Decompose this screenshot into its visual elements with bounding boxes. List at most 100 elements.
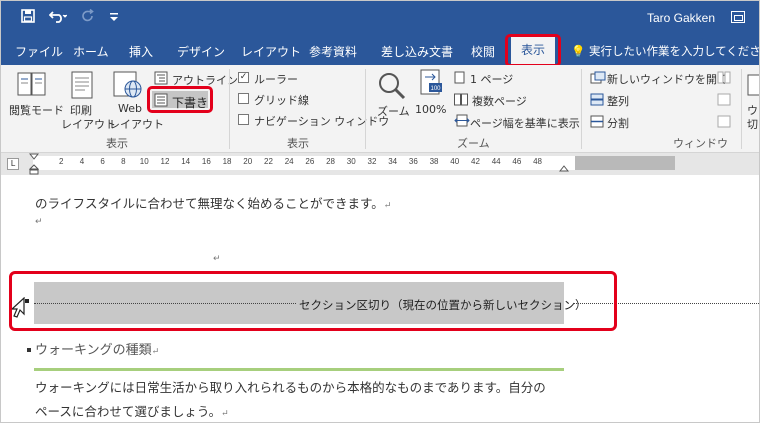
ruler-tick-label: 8 [121, 157, 126, 166]
tell-me-box[interactable]: 💡 実行したい作業を入力してください [571, 43, 760, 59]
gridlines-checkbox[interactable] [238, 93, 249, 104]
synchronous-scrolling-icon[interactable] [717, 93, 731, 106]
ruler-tick-label: 26 [305, 157, 315, 166]
zoom-label[interactable]: ズーム [377, 103, 410, 119]
navigation-pane-label[interactable]: ナビゲーション ウィンドウ [254, 113, 389, 129]
right-indent-marker-icon[interactable] [559, 165, 569, 175]
undo-icon[interactable] [48, 9, 68, 28]
zoom-100-label[interactable]: 100% [415, 103, 446, 116]
read-mode-icon[interactable] [17, 71, 47, 99]
new-window-icon[interactable] [590, 71, 606, 84]
paragraph-mark: ↵ [151, 347, 160, 357]
page-width-label[interactable]: ページ幅を基準に表示 [470, 115, 580, 131]
ruler-tick-label: 24 [284, 157, 294, 166]
tab-insert[interactable]: 挿入 [129, 43, 153, 60]
tab-review[interactable]: 校閲 [471, 43, 495, 60]
ruler-label[interactable]: ルーラー [254, 71, 298, 87]
ruler-tick-label: 4 [79, 157, 85, 166]
body-line-2[interactable]: ウォーキングには日常生活から取り入れられるものから本格的なものまであります。自分… [35, 377, 546, 396]
tab-design[interactable]: デザイン [177, 43, 225, 60]
page-width-icon[interactable] [454, 114, 470, 127]
ruler-tick-label: 48 [533, 157, 542, 166]
tab-mailings[interactable]: 差し込み文書 [381, 43, 453, 60]
tell-me-text: 実行したい作業を入力してください [588, 44, 760, 58]
arrange-all-label[interactable]: 整列 [607, 93, 629, 109]
ruler-tick-label: 16 [201, 157, 211, 166]
view-tab-highlight [505, 34, 561, 67]
section-break-highlight [9, 271, 617, 331]
zoom-magnifier-icon[interactable] [377, 71, 407, 101]
tab-selector[interactable]: L [7, 158, 19, 170]
lightbulb-icon: 💡 [571, 44, 586, 58]
paragraph-mark: ↵ [221, 409, 229, 419]
outline-icon[interactable] [154, 71, 168, 85]
print-layout-label-2[interactable]: レイアウト [61, 116, 116, 132]
gridlines-label[interactable]: グリッド線 [254, 92, 309, 108]
one-page-icon[interactable] [454, 71, 466, 84]
group-separator [741, 69, 742, 149]
body-line-1[interactable]: のライフスタイルに合わせて無理なく始めることができます。↵ [35, 193, 391, 212]
ruler-tick-label: 40 [450, 157, 460, 166]
tab-references[interactable]: 参考資料 [309, 43, 357, 60]
read-mode-label[interactable]: 閲覧モード [9, 102, 64, 118]
ruler-tick-label: 36 [408, 157, 418, 166]
reset-window-position-icon[interactable] [717, 115, 731, 128]
views-group-label: 表示 [106, 137, 128, 150]
view-side-by-side-icon[interactable] [717, 71, 731, 84]
ruler-tick-label: 12 [160, 157, 170, 166]
save-icon[interactable] [21, 9, 35, 28]
ruler-tick-label: 44 [491, 157, 501, 166]
web-layout-label-2[interactable]: レイアウト [109, 116, 164, 132]
group-separator [365, 69, 366, 149]
title-bar: Taro Gakken [1, 1, 759, 35]
body-line-3[interactable]: ペースに合わせて選びましょう。↵ [35, 401, 229, 420]
heading-underline [34, 368, 564, 371]
tab-layout[interactable]: レイアウト [241, 43, 301, 60]
navigation-pane-checkbox[interactable] [238, 114, 249, 125]
switch-windows-label-2[interactable]: 切 [747, 116, 758, 132]
multiple-pages-label[interactable]: 複数ページ [472, 93, 527, 109]
ruler-tick-label: 18 [222, 157, 232, 166]
print-layout-icon[interactable] [71, 71, 93, 99]
arrange-all-icon[interactable] [590, 93, 604, 106]
zoom-group-label: ズーム [457, 137, 490, 150]
one-page-label[interactable]: 1 ページ [470, 71, 513, 87]
ribbon-display-options-icon[interactable] [731, 11, 745, 23]
split-icon[interactable] [590, 115, 604, 128]
heading-text: ウォーキングの種類 [35, 343, 152, 358]
web-layout-label-1[interactable]: Web [118, 102, 142, 115]
ruler-tick-label: 22 [264, 157, 273, 166]
ruler-tick-label: 46 [512, 157, 522, 166]
svg-text:100: 100 [430, 86, 441, 92]
left-indent-marker-icon[interactable] [29, 153, 39, 175]
ruler-right-margin [575, 156, 675, 170]
multiple-pages-icon[interactable] [454, 93, 468, 106]
new-window-label[interactable]: 新しいウィンドウを開く [607, 71, 728, 87]
draft-highlight [147, 86, 213, 113]
zoom-100-icon[interactable]: 100 [419, 69, 443, 101]
ruler-tick-label: 6 [100, 157, 105, 166]
paragraph-mark: ↵ [35, 217, 43, 227]
ruler-checkbox[interactable]: ✓ [238, 72, 249, 83]
ruler-tick-label: 20 [243, 157, 253, 166]
web-layout-icon[interactable] [113, 71, 143, 99]
word-window: Taro Gakken ファイル ホーム 挿入 デザイン レイアウト 参考資料 … [0, 0, 760, 423]
ruler-tick-label: 32 [367, 157, 377, 166]
tab-file[interactable]: ファイル [15, 43, 63, 60]
paragraph-mark: ↵ [383, 201, 392, 211]
tab-home[interactable]: ホーム [73, 43, 109, 60]
split-label[interactable]: 分割 [607, 115, 629, 131]
customize-qat-icon[interactable] [109, 10, 119, 28]
heading-walking-types[interactable]: ウォーキングの種類↵ [35, 339, 159, 358]
group-separator [581, 69, 582, 149]
group-separator [229, 69, 230, 149]
ruler-tick-label: 28 [326, 157, 335, 166]
ruler-tick-label: 34 [388, 157, 398, 166]
redo-icon[interactable] [81, 8, 95, 28]
ruler-tick-label: 14 [181, 157, 191, 166]
switch-windows-icon[interactable] [747, 73, 760, 99]
user-name[interactable]: Taro Gakken [647, 11, 715, 25]
quick-access-toolbar [21, 8, 119, 28]
show-group-label: 表示 [287, 137, 309, 150]
window-group-label: ウィンドウ [673, 137, 728, 150]
